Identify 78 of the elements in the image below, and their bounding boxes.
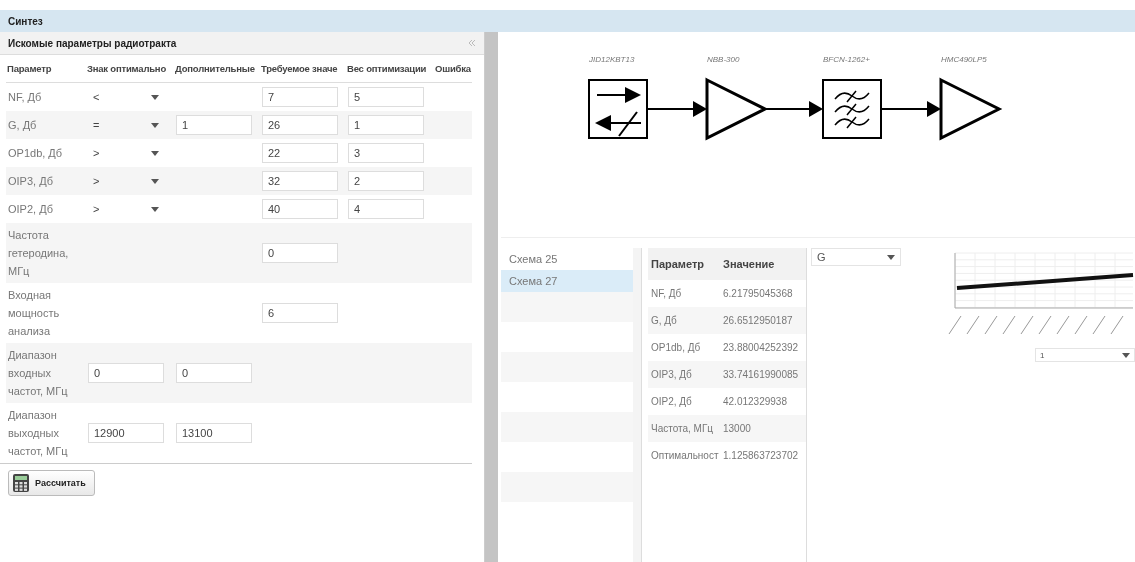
input-field[interactable]: 13100 — [176, 423, 252, 443]
table-cell-text: Частота, МГц — [650, 422, 715, 436]
table-cell-text: 13000 — [722, 422, 752, 436]
input-field[interactable]: 32 — [262, 171, 338, 191]
parameter-label: Диапазон выходных частот, МГц — [8, 408, 69, 459]
input-field[interactable]: 22 — [262, 143, 338, 163]
caret-icon — [151, 122, 159, 128]
parameter-label: G, Дб — [8, 118, 37, 133]
caret-icon — [151, 150, 159, 156]
input-field[interactable]: 12900 — [88, 423, 164, 443]
window-title: Синтез — [8, 15, 43, 27]
sign-select[interactable]: > — [88, 199, 164, 219]
input-field[interactable]: 0 — [262, 243, 338, 263]
parameter-label: Диапазон входных частот, МГц — [8, 348, 69, 399]
component-label: NBB-300 — [707, 55, 740, 64]
table-cell-text: 42.012329938 — [722, 395, 788, 409]
caret-icon — [151, 206, 159, 212]
scheme-item[interactable]: Схема 25 — [501, 248, 633, 270]
input-field[interactable]: 4 — [348, 199, 424, 219]
input-field[interactable]: 1 — [348, 115, 424, 135]
arrow — [880, 101, 941, 117]
column-header: Вес оптимизации — [346, 55, 434, 83]
component-label: BFCN-1262+ — [823, 55, 870, 64]
column-header: Параметр — [6, 55, 86, 83]
input-field[interactable]: 2 — [348, 171, 424, 191]
calculator-icon — [13, 474, 29, 492]
table-cell-text: OP1db, Дб — [650, 341, 702, 355]
isolator-icon — [588, 79, 648, 139]
calculate-button[interactable]: Рассчитать — [8, 470, 95, 496]
parameter-dropdown[interactable]: G — [811, 248, 901, 266]
arrow — [764, 101, 823, 117]
caret-icon — [151, 178, 159, 184]
table-cell-text: 6.21795045368 — [722, 287, 794, 301]
collapse-icon[interactable] — [467, 39, 476, 47]
table-cell-text: 23.88004252392 — [722, 341, 800, 355]
parameter-label: NF, Дб — [8, 90, 42, 105]
sign-select[interactable]: > — [88, 143, 164, 163]
table-cell-text: 26.6512950187 — [722, 314, 794, 328]
input-field[interactable]: 3 — [348, 143, 424, 163]
table-cell-text: OIP3, Дб — [650, 368, 693, 382]
parameter-label: Входная мощность анализа — [8, 288, 61, 339]
table-cell-text: Оптимальност — [650, 449, 720, 463]
amplifier-icon — [939, 77, 1003, 141]
input-field[interactable]: 40 — [262, 199, 338, 219]
sign-select[interactable]: > — [88, 171, 164, 191]
input-field[interactable]: 0 — [176, 363, 252, 383]
panel-title: Искомые параметры радиотракта — [8, 37, 177, 49]
column-header: Требуемое значе — [260, 55, 346, 83]
parameter-label: Частота гетеродина, МГц — [8, 228, 70, 279]
chart-dropdown[interactable]: 1 — [1035, 348, 1135, 362]
input-field[interactable]: 26 — [262, 115, 338, 135]
table-cell-text: NF, Дб — [650, 287, 683, 301]
component-label: HMC490LP5 — [941, 55, 987, 64]
input-field[interactable]: 0 — [88, 363, 164, 383]
parameter-label: OIP3, Дб — [8, 174, 53, 189]
table-cell-text: G, Дб — [650, 314, 678, 328]
arrow — [646, 101, 707, 117]
parameter-label: OP1db, Дб — [8, 146, 63, 161]
input-field[interactable]: 5 — [348, 87, 424, 107]
column-header: Дополнительные — [174, 55, 260, 83]
caret-icon — [887, 254, 895, 260]
input-field[interactable]: 7 — [262, 87, 338, 107]
column-header: Знак оптимально — [86, 55, 174, 83]
scheme-item[interactable]: Схема 27 — [501, 270, 633, 292]
column-header: Ошибка — [434, 55, 472, 83]
caret-icon — [151, 94, 159, 100]
caret-icon — [1122, 352, 1130, 358]
scrollbar[interactable] — [633, 248, 641, 562]
sign-select[interactable]: = — [88, 115, 164, 135]
table-cell-text: 1.125863723702 — [722, 449, 800, 463]
component-label: JID12KBT13 — [589, 55, 635, 64]
filter-icon — [822, 79, 882, 139]
input-field[interactable]: 1 — [176, 115, 252, 135]
sign-select[interactable]: < — [88, 87, 164, 107]
table-cell-text: OIP2, Дб — [650, 395, 693, 409]
parameter-label: OIP2, Дб — [8, 202, 53, 217]
input-field[interactable]: 6 — [262, 303, 338, 323]
table-cell-text: 33.74161990085 — [722, 368, 800, 382]
